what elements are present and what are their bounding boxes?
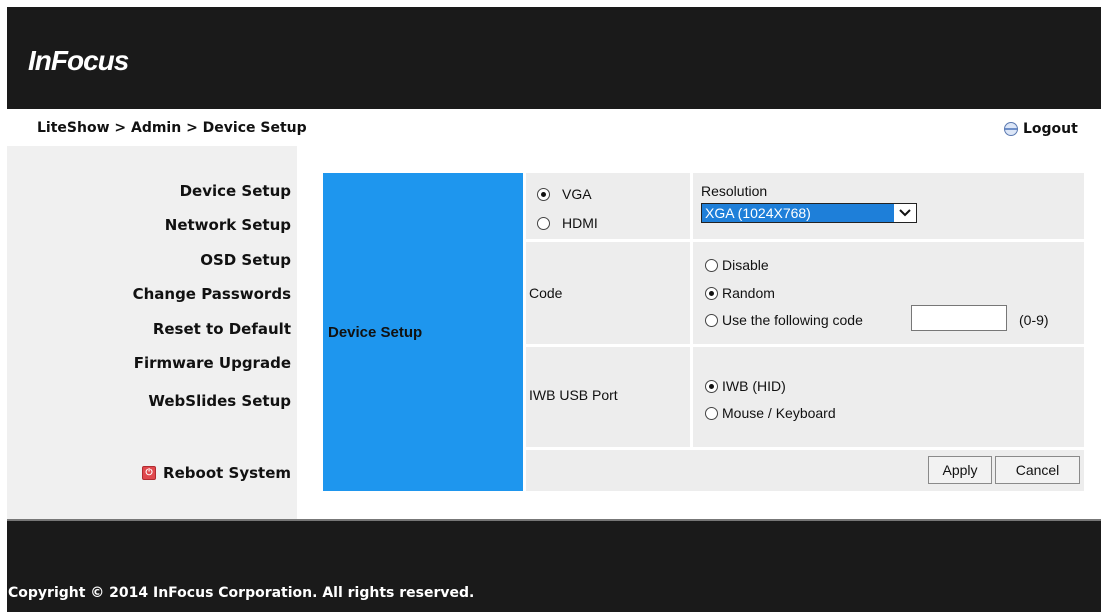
button-row: Apply Cancel [526, 450, 1084, 491]
code-range-hint: (0-9) [1019, 312, 1049, 328]
sidebar-item-reboot-system[interactable]: ⏻ Reboot System [142, 464, 291, 482]
logout-link[interactable]: Logout [1004, 120, 1078, 138]
random-radio[interactable] [705, 286, 718, 300]
logout-icon [1004, 122, 1018, 136]
resolution-select[interactable]: XGA (1024X768) [701, 203, 917, 223]
mouse-keyboard-radio[interactable] [705, 406, 718, 420]
custom-code-label: Use the following code [722, 312, 863, 328]
iwb-label: IWB USB Port [529, 387, 618, 403]
apply-button[interactable]: Apply [928, 456, 992, 484]
chevron-down-icon [894, 204, 916, 222]
section-title: Device Setup [328, 324, 423, 341]
disable-label: Disable [722, 257, 769, 273]
custom-code-radio[interactable] [705, 313, 718, 327]
section-header-panel: Device Setup [323, 173, 523, 491]
hdmi-radio[interactable] [537, 216, 550, 230]
cancel-button[interactable]: Cancel [995, 456, 1080, 484]
infocus-logo: InFocus [28, 45, 129, 76]
resolution-value: XGA (1024X768) [702, 204, 894, 222]
iwb-label-cell: IWB USB Port [526, 347, 690, 447]
sidebar-item-change-passwords[interactable]: Change Passwords [133, 285, 291, 303]
header-bar: InFocus [7, 7, 1101, 109]
vga-label: VGA [562, 186, 592, 202]
resolution-label: Resolution [701, 183, 768, 199]
power-icon: ⏻ [142, 466, 157, 480]
sidebar-item-device-setup[interactable]: Device Setup [180, 182, 291, 200]
custom-code-input[interactable] [911, 305, 1007, 331]
hdmi-label: HDMI [562, 215, 598, 231]
sidebar-item-firmware-upgrade[interactable]: Firmware Upgrade [134, 354, 291, 372]
video-source-cell: VGA HDMI [526, 173, 690, 239]
logout-label: Logout [1023, 121, 1078, 137]
resolution-cell: Resolution XGA (1024X768) [693, 173, 1084, 239]
reboot-label: Reboot System [163, 464, 291, 482]
iwb-hid-label: IWB (HID) [722, 378, 786, 394]
mouse-keyboard-label: Mouse / Keyboard [722, 405, 836, 421]
disable-radio[interactable] [705, 258, 718, 272]
code-option-custom[interactable]: Use the following code [705, 312, 863, 328]
video-option-hdmi[interactable]: HDMI [537, 215, 598, 231]
breadcrumb-bar: LiteShow > Admin > Device Setup Logout [7, 109, 1101, 146]
sidebar-item-reset-to-default[interactable]: Reset to Default [153, 320, 291, 338]
code-option-disable[interactable]: Disable [705, 257, 769, 273]
iwb-hid-radio[interactable] [705, 379, 718, 393]
code-label: Code [529, 285, 563, 301]
sidebar-item-webslides-setup[interactable]: WebSlides Setup [148, 392, 291, 410]
iwb-options-cell: IWB (HID) Mouse / Keyboard [693, 347, 1084, 447]
sidebar-item-osd-setup[interactable]: OSD Setup [200, 251, 291, 269]
breadcrumb: LiteShow > Admin > Device Setup [37, 120, 307, 136]
iwb-option-hid[interactable]: IWB (HID) [705, 378, 786, 394]
footer-bar: Copyright © 2014 InFocus Corporation. Al… [7, 521, 1101, 612]
vga-radio[interactable] [537, 187, 550, 201]
iwb-option-mouse-keyboard[interactable]: Mouse / Keyboard [705, 405, 836, 421]
code-options-cell: Disable Random Use the following code (0… [693, 242, 1084, 344]
code-option-random[interactable]: Random [705, 285, 775, 301]
video-option-vga[interactable]: VGA [537, 186, 592, 202]
random-label: Random [722, 285, 775, 301]
copyright-text: Copyright © 2014 InFocus Corporation. Al… [8, 585, 475, 601]
sidebar-item-network-setup[interactable]: Network Setup [165, 216, 291, 234]
code-label-cell: Code [526, 242, 690, 344]
